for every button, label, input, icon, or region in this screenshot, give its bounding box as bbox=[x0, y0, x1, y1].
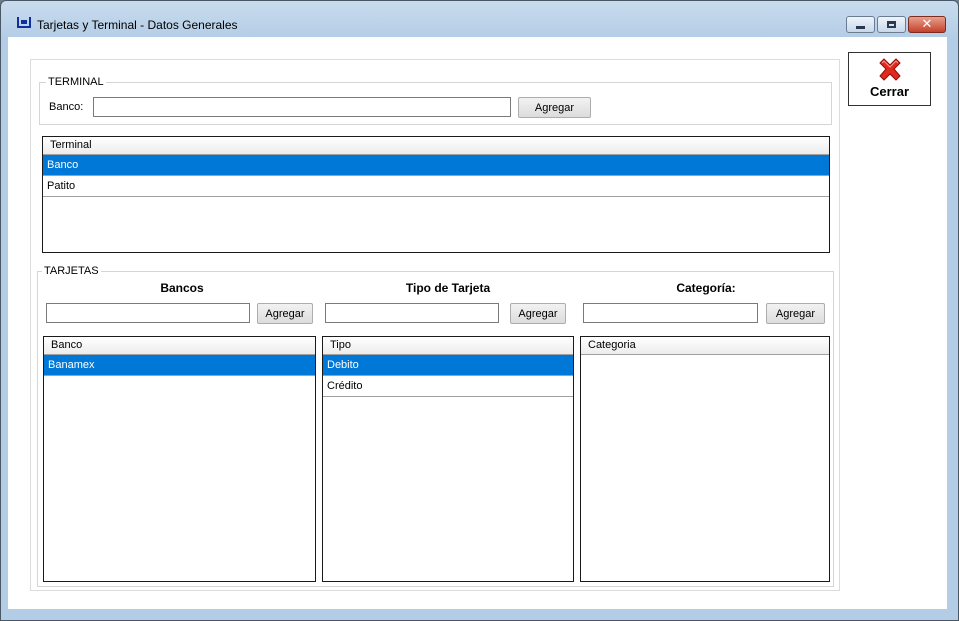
tipo-heading: Tipo de Tarjeta bbox=[405, 281, 491, 295]
categoria-input[interactable] bbox=[583, 303, 758, 323]
bancos-add-button[interactable]: Agregar bbox=[257, 303, 313, 324]
minimize-icon bbox=[856, 25, 865, 29]
bancos-list-header[interactable]: Banco bbox=[44, 337, 315, 355]
client-area: TERMINAL Banco: Agregar Terminal Banco P… bbox=[8, 37, 947, 609]
bancos-heading: Bancos bbox=[160, 281, 204, 295]
categoria-list-header[interactable]: Categoria bbox=[581, 337, 829, 355]
maximize-icon bbox=[887, 21, 896, 28]
red-x-icon bbox=[878, 58, 901, 81]
terminal-add-button[interactable]: Agregar bbox=[518, 97, 591, 118]
tipo-input[interactable] bbox=[325, 303, 499, 323]
bancos-row-banamex[interactable]: Banamex bbox=[44, 355, 315, 376]
terminal-row-banco[interactable]: Banco bbox=[43, 155, 829, 176]
categoria-list[interactable]: Categoria bbox=[580, 336, 830, 582]
terminal-list-header[interactable]: Terminal bbox=[43, 137, 829, 155]
categoria-heading: Categoría: bbox=[676, 281, 736, 295]
terminal-list[interactable]: Terminal Banco Patito bbox=[42, 136, 830, 253]
app-window: Tarjetas y Terminal - Datos Generales ✕ … bbox=[0, 0, 959, 621]
tipo-row-credito[interactable]: Crédito bbox=[323, 376, 573, 397]
maximize-button[interactable] bbox=[877, 16, 906, 33]
close-icon: ✕ bbox=[921, 17, 933, 32]
bancos-input[interactable] bbox=[46, 303, 250, 323]
cerrar-label: Cerrar bbox=[869, 84, 910, 99]
tipo-list[interactable]: Tipo Debito Crédito bbox=[322, 336, 574, 582]
minimize-button[interactable] bbox=[846, 16, 875, 33]
title-bar[interactable]: Tarjetas y Terminal - Datos Generales ✕ bbox=[1, 1, 958, 37]
banco-label: Banco: bbox=[49, 101, 84, 113]
tipo-list-header[interactable]: Tipo bbox=[323, 337, 573, 355]
app-icon bbox=[17, 17, 31, 28]
window-title: Tarjetas y Terminal - Datos Generales bbox=[37, 18, 238, 32]
bancos-list[interactable]: Banco Banamex bbox=[43, 336, 316, 582]
tipo-row-debito[interactable]: Debito bbox=[323, 355, 573, 376]
terminal-group: TERMINAL Banco: Agregar bbox=[39, 76, 832, 125]
window-close-button[interactable]: ✕ bbox=[908, 16, 946, 33]
main-panel: TERMINAL Banco: Agregar Terminal Banco P… bbox=[30, 59, 840, 591]
terminal-banco-input[interactable] bbox=[93, 97, 511, 117]
categoria-add-button[interactable]: Agregar bbox=[766, 303, 825, 324]
cerrar-button[interactable]: Cerrar bbox=[848, 52, 931, 106]
terminal-group-title: TERMINAL bbox=[46, 76, 106, 88]
tipo-add-button[interactable]: Agregar bbox=[510, 303, 566, 324]
tarjetas-group: TARJETAS Bancos Agregar Banco Banamex Ti… bbox=[37, 265, 834, 587]
tarjetas-group-title: TARJETAS bbox=[42, 265, 101, 277]
terminal-row-patito[interactable]: Patito bbox=[43, 176, 829, 197]
